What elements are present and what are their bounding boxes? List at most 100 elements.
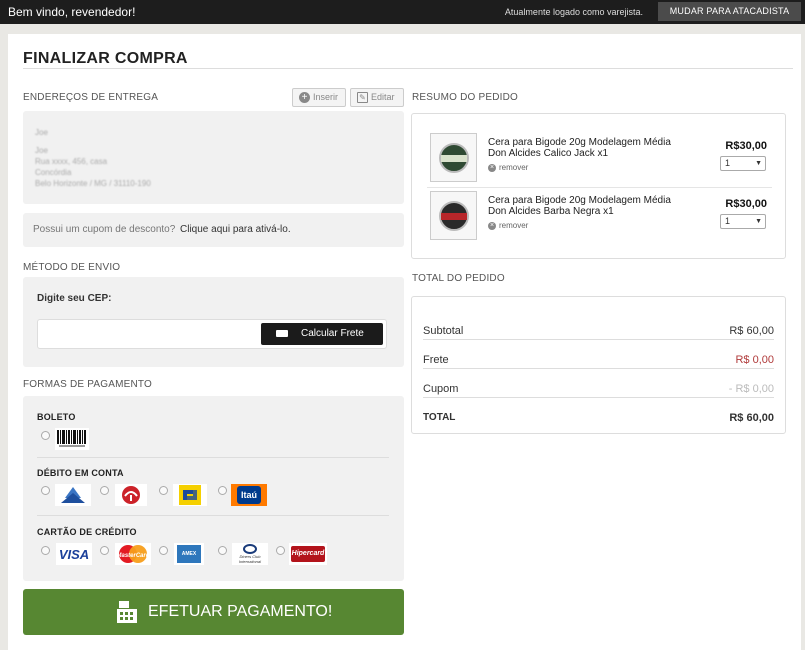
switch-to-wholesale-button[interactable]: MUDAR PARA ATACADISTA	[658, 2, 801, 21]
quantity-select[interactable]: 1 ▼	[720, 214, 766, 229]
remove-item-button[interactable]: × remover	[488, 221, 528, 230]
welcome-text: Bem vindo, revendedor!	[8, 5, 136, 19]
cart-item: Cera para Bigode 20g Modelagem Média Don…	[427, 133, 772, 191]
boleto-heading: BOLETO	[37, 412, 76, 422]
amex-text: AMEX	[177, 545, 201, 563]
credit-diners-radio[interactable]	[218, 546, 227, 555]
insert-address-button[interactable]: + Inserir	[292, 88, 346, 107]
barcode-icon	[55, 428, 89, 450]
insert-label: Inserir	[313, 92, 339, 102]
cep-input[interactable]: Calcular Frete	[37, 319, 387, 349]
plus-icon: +	[299, 92, 310, 103]
payment-divider	[37, 515, 389, 516]
remove-label: remover	[499, 221, 529, 230]
checkout-panel: FINALIZAR COMPRA ENDEREÇOS DE ENTREGA + …	[8, 34, 801, 650]
boleto-radio[interactable]	[41, 431, 50, 440]
address-name: Joe	[35, 128, 48, 137]
truck-icon	[276, 330, 288, 337]
product-tin-image	[439, 201, 469, 231]
credit-mastercard-radio[interactable]	[100, 546, 109, 555]
freight-row: Frete R$ 0,00	[423, 340, 774, 369]
chevron-down-icon: ▼	[755, 160, 762, 167]
cart-item: Cera para Bigode 20g Modelagem Média Don…	[427, 191, 772, 249]
cart-item-name: Cera para Bigode 20g Modelagem Média Don…	[488, 195, 671, 217]
quantity-select[interactable]: 1 ▼	[720, 156, 766, 171]
order-summary-box: Cera para Bigode 20g Modelagem Média Don…	[411, 113, 786, 259]
submit-payment-button[interactable]: EFETUAR PAGAMENTO!	[23, 589, 404, 635]
product-thumbnail	[430, 133, 477, 182]
hipercard-logo: Hipercard	[289, 543, 327, 565]
debit-caixa-radio[interactable]	[41, 486, 50, 495]
payment-section-label: FORMAS DE PAGAMENTO	[23, 379, 153, 390]
edit-icon: ✎	[357, 92, 368, 103]
product-tin-image	[439, 143, 469, 173]
credit-hipercard-radio[interactable]	[276, 546, 285, 555]
hipercard-text: Hipercard	[291, 546, 325, 562]
address-line: Concórdia	[35, 168, 72, 177]
address-line: Joe	[35, 146, 48, 155]
remove-item-button[interactable]: × remover	[488, 163, 528, 172]
cart-item-price: R$30,00	[725, 140, 767, 152]
coupon-box: Possui um cupom de desconto? Clique aqui…	[23, 213, 404, 247]
payment-divider	[37, 457, 389, 458]
credit-visa-radio[interactable]	[41, 546, 50, 555]
quantity-value: 1	[725, 158, 731, 168]
mastercard-logo: MasterCard	[115, 543, 151, 565]
caixa-logo	[55, 484, 91, 506]
subtotal-row: Subtotal R$ 60,00	[423, 311, 774, 340]
bradesco-logo	[115, 484, 147, 506]
total-value: R$ 60,00	[729, 412, 774, 424]
item-divider	[427, 187, 772, 188]
subtotal-label: Subtotal	[423, 325, 464, 337]
address-line: Belo Horizonte / MG / 31110-190	[35, 179, 151, 188]
credit-amex-radio[interactable]	[159, 546, 168, 555]
address-line: Rua xxxx, 456, casa	[35, 157, 108, 166]
chevron-down-icon: ▼	[755, 218, 762, 225]
subtotal-value: R$ 60,00	[729, 325, 774, 337]
close-icon: ×	[488, 163, 496, 172]
logged-as-text: Atualmente logado como varejista.	[504, 7, 643, 17]
top-bar: Bem vindo, revendedor! Atualmente logado…	[0, 0, 805, 24]
coupon-label: Cupom	[423, 383, 459, 395]
debit-itau-radio[interactable]	[218, 486, 227, 495]
calculate-freight-button[interactable]: Calcular Frete	[261, 323, 383, 345]
debit-bradesco-radio[interactable]	[100, 486, 109, 495]
diners-mark-icon	[243, 544, 257, 554]
summary-section-label: RESUMO DO PEDIDO	[412, 92, 518, 103]
diners-text: Diners Club International	[238, 554, 261, 564]
address-box[interactable]: Joe Joe Rua xxxx, 456, casa Concórdia Be…	[23, 111, 404, 204]
delivery-section-label: ENDEREÇOS DE ENTREGA	[23, 92, 159, 103]
shipping-section-label: MÉTODO DE ENVIO	[23, 262, 121, 273]
calculate-freight-label: Calcular Frete	[301, 328, 364, 339]
edit-label: Editar	[371, 92, 395, 102]
title-divider	[23, 68, 793, 69]
credit-card-heading: CARTÃO DE CRÉDITO	[37, 527, 137, 537]
coupon-row: Cupom - R$ 0,00	[423, 369, 774, 398]
total-section-label: TOTAL DO PEDIDO	[412, 273, 505, 284]
product-tin-band	[441, 213, 467, 220]
coupon-question: Possui um cupom de desconto?	[33, 224, 176, 235]
debit-heading: DÉBITO EM CONTA	[37, 468, 124, 478]
page-title: FINALIZAR COMPRA	[23, 50, 188, 67]
total-label: TOTAL	[423, 412, 456, 423]
product-tin-band	[441, 155, 467, 162]
activate-coupon-link[interactable]: Clique aqui para ativá-lo.	[180, 224, 291, 235]
submit-payment-label: EFETUAR PAGAMENTO!	[148, 603, 333, 620]
edit-address-button[interactable]: ✎ Editar	[350, 88, 404, 107]
cart-item-name: Cera para Bigode 20g Modelagem Média Don…	[488, 137, 671, 159]
debit-banco-do-brasil-radio[interactable]	[159, 486, 168, 495]
cep-label: Digite seu CEP:	[37, 293, 112, 304]
amex-logo: AMEX	[174, 543, 204, 565]
close-icon: ×	[488, 221, 496, 230]
remove-label: remover	[499, 163, 529, 172]
banco-do-brasil-logo	[173, 484, 207, 506]
coupon-value: - R$ 0,00	[728, 383, 774, 395]
diners-logo: Diners Club International	[232, 543, 268, 565]
visa-logo: VISA	[56, 543, 92, 565]
freight-label: Frete	[423, 354, 449, 366]
freight-value: R$ 0,00	[735, 354, 774, 366]
cash-register-icon	[117, 601, 137, 623]
itau-logo: Itaú	[231, 484, 267, 506]
payment-box: BOLETO DÉBITO EM CONTA Itaú CARTÃO DE CR…	[23, 396, 404, 581]
total-row: TOTAL R$ 60,00	[423, 398, 774, 427]
